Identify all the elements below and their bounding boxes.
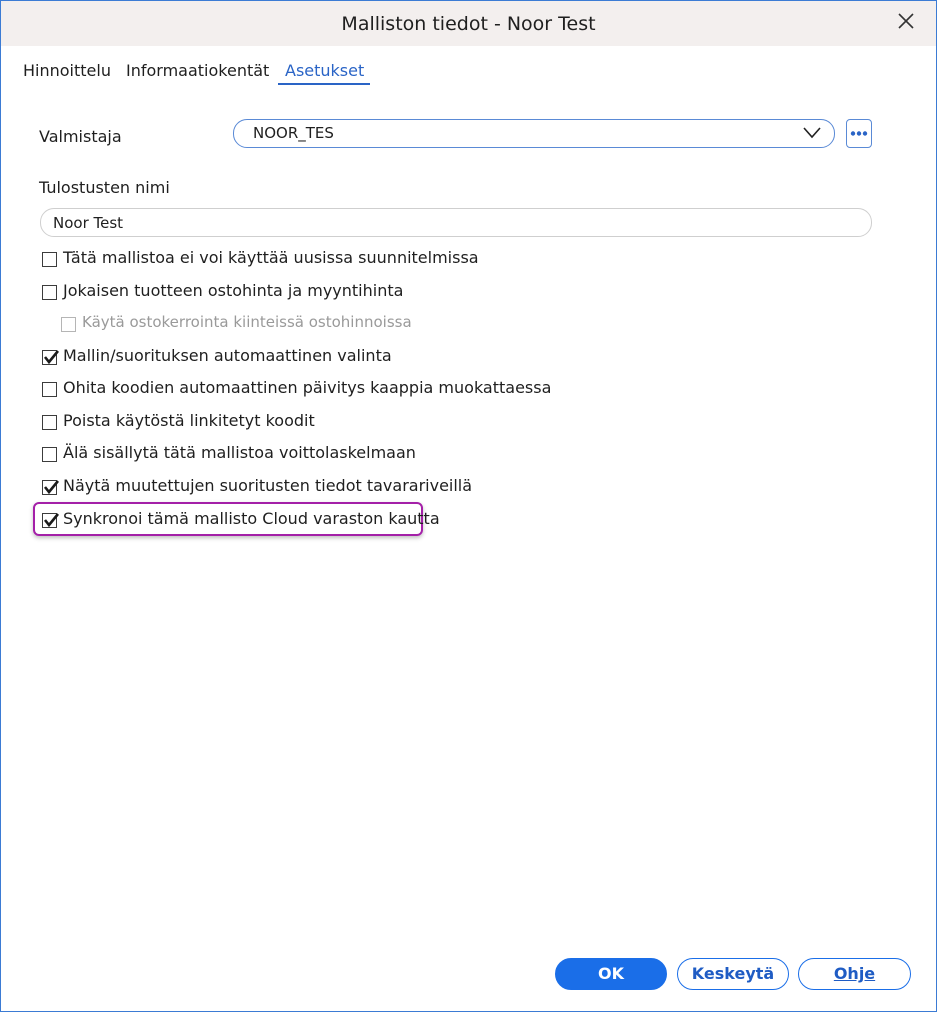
cancel-button[interactable]: Keskeytä [677, 958, 789, 990]
checkbox-label: Ohita koodien automaattinen päivitys kaa… [63, 378, 552, 397]
tab-informaatiokentat[interactable]: Informaatiokentät [126, 59, 269, 85]
tab-asetukset[interactable]: Asetukset [285, 59, 364, 85]
more-dots-icon [850, 131, 868, 136]
checkbox-label: Synkronoi tämä mallisto Cloud varaston k… [63, 509, 440, 528]
check-icon [43, 513, 60, 528]
checkbox[interactable] [42, 447, 57, 462]
title-bar: Malliston tiedot - Noor Test [1, 1, 936, 46]
checkbox[interactable] [42, 285, 57, 300]
checkbox-label: Älä sisällytä tätä mallistoa voittolaske… [63, 443, 416, 462]
checkbox-label: Mallin/suorituksen automaattinen valinta [63, 346, 392, 365]
print-name-label: Tulostusten nimi [39, 178, 170, 197]
manufacturer-select[interactable]: NOOR_TES [233, 119, 835, 148]
checkbox-label: Tätä mallistoa ei voi käyttää uusissa su… [63, 248, 479, 267]
checkbox-label: Käytä ostokerrointa kiinteissä ostohinno… [82, 313, 412, 331]
checkbox-label: Näytä muutettujen suoritusten tiedot tav… [63, 476, 473, 495]
chevron-down-icon [803, 127, 821, 139]
help-button[interactable]: Ohje [798, 958, 911, 990]
check-icon [43, 480, 60, 495]
manufacturer-label: Valmistaja [39, 127, 122, 146]
manufacturer-select-value: NOOR_TES [253, 124, 334, 142]
checkbox-disabled [61, 317, 76, 332]
checkbox[interactable] [42, 382, 57, 397]
checkbox-checked[interactable] [42, 350, 60, 365]
checkbox[interactable] [42, 252, 57, 267]
checkbox[interactable] [42, 415, 57, 430]
dialog-window: Malliston tiedot - Noor Test Hinnoittelu… [0, 0, 937, 1012]
tab-hinnoittelu[interactable]: Hinnoittelu [23, 59, 111, 85]
print-name-input[interactable] [40, 208, 872, 237]
checkbox-checked[interactable] [42, 480, 60, 495]
dialog-title: Malliston tiedot - Noor Test [341, 13, 596, 35]
more-options-button[interactable] [846, 119, 872, 148]
checkbox-checked[interactable] [42, 513, 60, 528]
close-icon[interactable] [895, 10, 917, 32]
active-tab-indicator [278, 83, 370, 85]
check-icon [43, 350, 60, 365]
checkbox-label: Poista käytöstä linkitetyt koodit [63, 411, 315, 430]
ok-button[interactable]: OK [555, 958, 667, 990]
tab-bar: Hinnoittelu Informaatiokentät Asetukset [1, 59, 936, 89]
checkbox-label: Jokaisen tuotteen ostohinta ja myyntihin… [63, 281, 404, 300]
